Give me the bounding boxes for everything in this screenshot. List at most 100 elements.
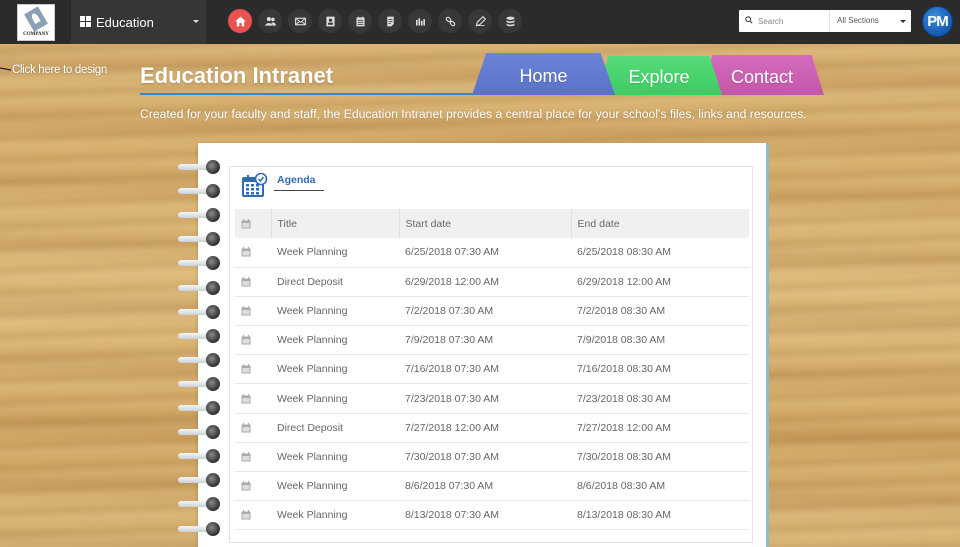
calendar-icon [241,422,251,433]
ring-hole [206,473,220,488]
row-icon-cell [235,471,271,502]
design-link[interactable]: Click here to design [12,64,107,76]
event-title[interactable]: Week Planning [271,383,399,414]
mail-button[interactable] [288,9,312,33]
event-title[interactable]: Direct Deposit [271,413,399,443]
notebook-ring [178,473,224,488]
title-underline [140,93,474,95]
event-start-date: 7/27/2018 12:00 AM [399,413,571,443]
contacts-button[interactable] [318,9,342,33]
calendar-icon [241,451,251,462]
event-end-date: 6/29/2018 12:00 AM [571,267,749,297]
event-title[interactable]: Week Planning [271,238,399,268]
ring-hole [206,352,220,367]
row-icon-cell [235,267,271,297]
event-title[interactable]: Week Planning [271,325,399,356]
event-start-date: 7/30/2018 07:30 AM [399,442,571,473]
documents-button[interactable] [378,9,402,33]
agenda-table: Title Start date End date Week Planning 6… [235,209,749,531]
database-button[interactable] [498,9,522,33]
ring-hole [206,280,220,295]
notebook-ring [178,208,224,223]
home-button[interactable] [228,9,252,33]
site-selector-dropdown[interactable]: Education [71,0,206,44]
calendar-button[interactable] [348,9,372,33]
notebook-ring [178,256,224,271]
header-icon-cell [235,209,272,238]
tab-agenda[interactable]: Agenda [277,174,316,186]
event-start-date: 7/9/2018 07:30 AM [399,325,571,356]
event-title[interactable]: Week Planning [271,296,399,327]
column-header-start-date[interactable]: Start date [398,209,571,238]
arrow-icon [0,67,12,71]
agenda-tab-underline [274,190,324,191]
people-button[interactable] [258,9,282,33]
calendar-icon [241,247,251,257]
logo-text: COMPANY [23,32,49,37]
table-row[interactable]: Direct Deposit 6/29/2018 12:00 AM 6/29/201… [235,267,749,297]
table-header-row: Title Start date End date [235,209,749,238]
table-row[interactable]: Week Planning 7/2/2018 07:30 AM 7/2/2018 0… [235,296,749,327]
row-icon-cell [235,500,271,531]
event-start-date: 7/23/2018 07:30 AM [399,383,571,414]
ring-hole [206,256,220,271]
column-header-end-date[interactable]: End date [570,209,749,238]
ring-hole [206,232,220,247]
agenda-panel: Agenda Title Start date End date Week Pl… [229,166,753,543]
ring-hole [206,449,220,464]
contact-card-icon [325,16,335,26]
links-button[interactable] [438,9,462,33]
table-row[interactable]: Week Planning 7/23/2018 07:30 AM 7/23/2018… [235,383,749,414]
event-title[interactable]: Week Planning [271,442,399,473]
event-title[interactable]: Week Planning [271,471,399,502]
ring-hole [206,304,220,319]
table-row[interactable]: Week Planning 8/6/2018 07:30 AM 8/6/2018 0… [235,471,749,502]
table-row[interactable]: Week Planning 6/25/2018 07:30 AM 6/25/2018… [235,238,749,268]
ring-hole [206,401,220,415]
row-icon-cell [235,383,271,414]
top-navigation-bar: COMPANY Education Search All Sections PM [0,0,960,44]
row-icon-cell [235,238,271,268]
table-row[interactable]: Direct Deposit 7/27/2018 12:00 AM 7/27/201… [235,413,749,443]
event-title[interactable]: Direct Deposit [271,267,399,297]
notebook-ring [178,521,224,536]
table-row[interactable]: Week Planning 7/9/2018 07:30 AM 7/9/2018 0… [235,325,749,356]
reports-button[interactable] [408,9,432,33]
row-icon-cell [235,296,271,327]
event-end-date: 7/16/2018 08:30 AM [571,354,749,385]
ring-hole [206,497,220,512]
event-title[interactable]: Week Planning [271,500,399,531]
table-row[interactable]: Week Planning 8/13/2018 07:30 AM 8/13/2018… [235,500,749,531]
calendar-icon [241,510,251,520]
event-start-date: 6/29/2018 12:00 AM [399,267,571,297]
company-logo[interactable]: COMPANY [17,4,55,41]
edit-button[interactable] [468,9,492,33]
event-end-date: 7/27/2018 12:00 AM [571,413,749,443]
table-row[interactable]: Week Planning 7/30/2018 07:30 AM 7/30/2018… [235,442,749,473]
notebook-ring [178,425,224,440]
avatar-initials: PM [927,13,948,30]
search-icon [745,16,753,24]
event-start-date: 8/13/2018 07:30 AM [399,500,571,531]
table-row[interactable]: Week Planning 7/16/2018 07:30 AM 7/16/2018… [235,354,749,385]
link-icon [445,16,455,26]
event-title[interactable]: Week Planning [271,354,399,385]
tab-explore[interactable]: Explore [596,56,722,95]
chevron-down-icon [193,20,199,23]
ring-hole [206,184,220,199]
search-input[interactable] [758,13,826,29]
document-icon [386,16,394,26]
column-header-title[interactable]: Title [271,209,399,238]
calendar-icon [241,335,251,345]
user-avatar[interactable]: PM [922,6,953,37]
notebook-ring [178,304,224,319]
chevron-down-icon [900,20,906,23]
event-end-date: 8/6/2018 08:30 AM [571,471,749,502]
calendar-icon [355,16,365,26]
page-tagline: Created for your faculty and staff, the … [140,107,807,121]
tab-home[interactable]: Home [472,53,615,95]
sections-dropdown[interactable]: All Sections [830,10,911,32]
notebook-ring [178,160,224,174]
calendar-clock-icon [242,173,268,197]
event-start-date: 8/6/2018 07:30 AM [399,471,571,502]
